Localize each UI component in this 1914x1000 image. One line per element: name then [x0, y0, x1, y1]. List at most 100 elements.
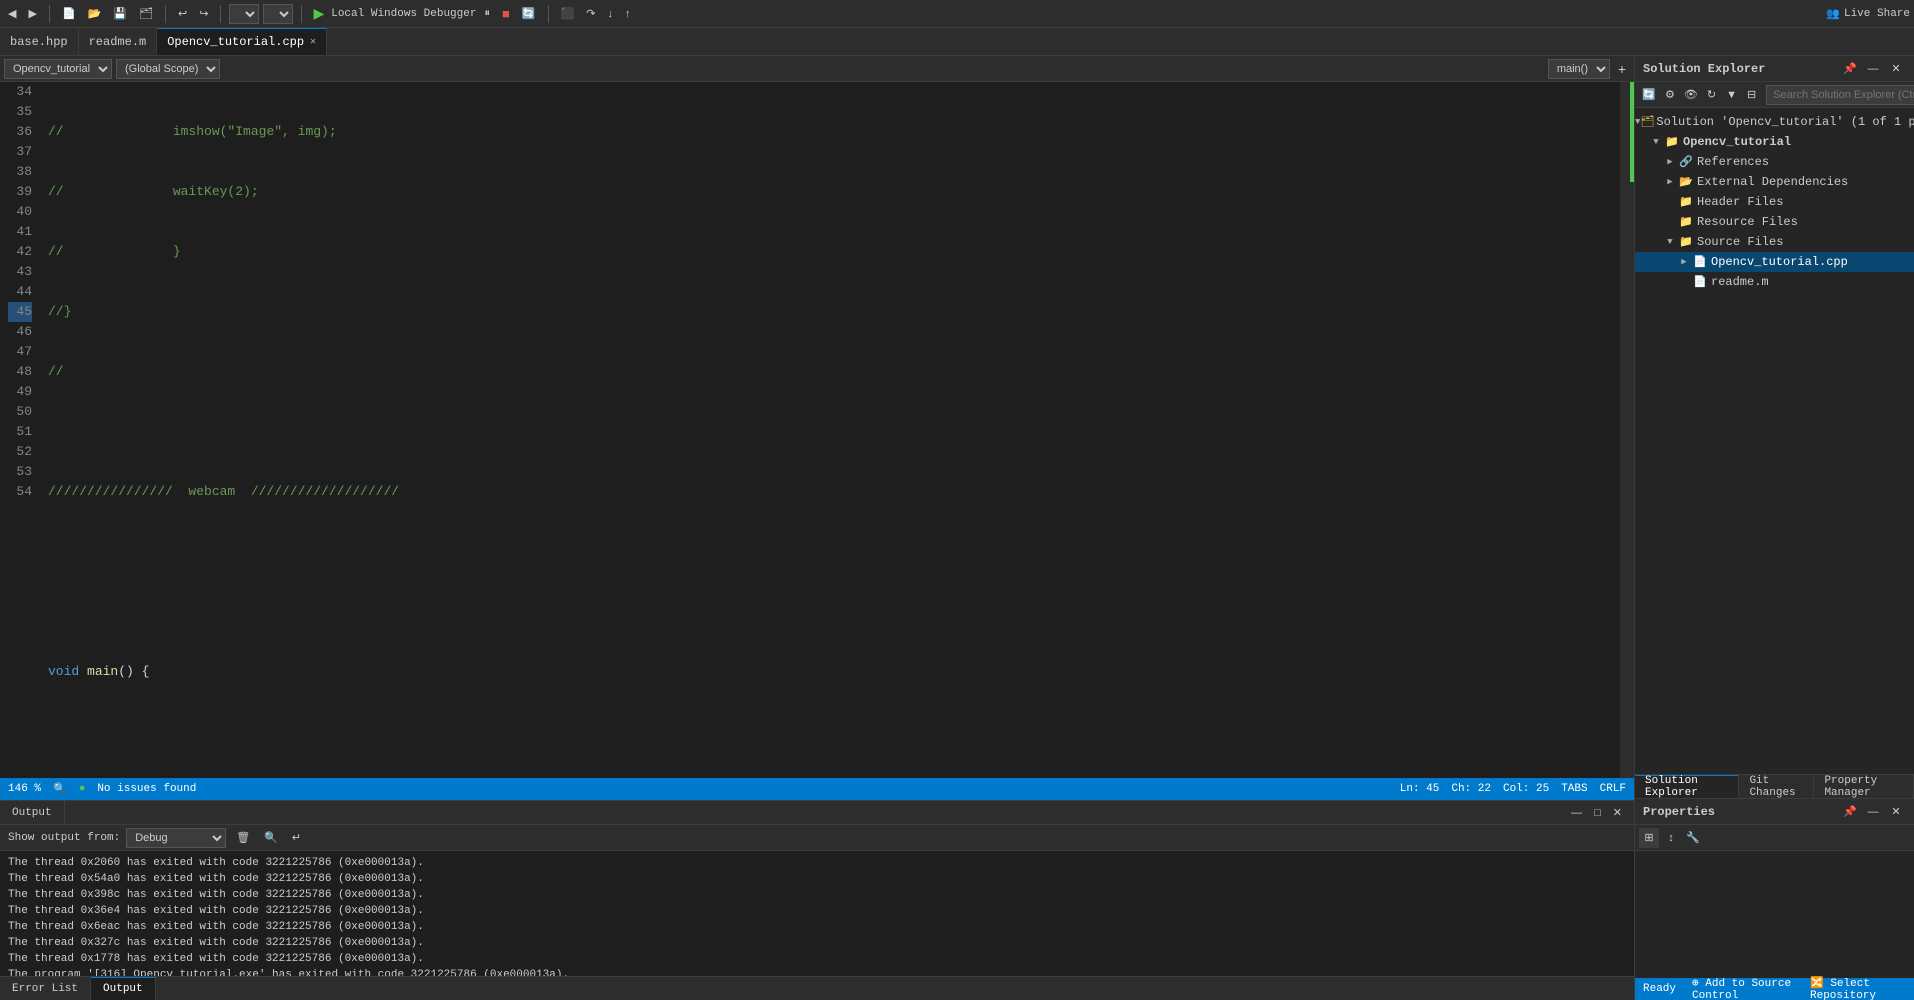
col-info: Col: 25: [1503, 783, 1549, 795]
tree-project[interactable]: ▼ 📁 Opencv_tutorial: [1635, 132, 1914, 152]
tab-error-list[interactable]: Error List: [0, 977, 91, 1000]
icon-ext-deps: 📂: [1677, 175, 1695, 189]
props-wrench-btn[interactable]: 🔧: [1683, 828, 1703, 848]
refresh-btn[interactable]: ↻: [1703, 85, 1720, 105]
tab-solution-explorer[interactable]: Solution Explorer: [1635, 775, 1739, 798]
output-line-4: The thread 0x36e4 has exited with code 3…: [8, 903, 1626, 919]
properties-btn[interactable]: ⚙: [1661, 85, 1679, 105]
arrow-references: ▶: [1663, 157, 1677, 167]
tree-readme-m[interactable]: ▶ 📄 readme.m: [1635, 272, 1914, 292]
props-sort-btn[interactable]: ↕: [1661, 828, 1681, 848]
restart-btn[interactable]: 🔄: [518, 5, 540, 22]
ln-info: Ln: 45: [1400, 783, 1440, 795]
no-issues-icon: ●: [79, 783, 86, 795]
panel-tab-bar: Output — □ ✕: [0, 801, 1634, 825]
props-pin-btn[interactable]: 📌: [1840, 802, 1860, 822]
stop-btn[interactable]: ■: [498, 4, 514, 23]
add-source-btn[interactable]: ⊕ Add to Source Control: [1692, 976, 1802, 1000]
tab-base-hpp[interactable]: base.hpp: [0, 28, 79, 55]
show-all-btn[interactable]: 👁: [1681, 85, 1701, 105]
add-nav-btn[interactable]: +: [1614, 59, 1630, 79]
arch-dropdown[interactable]: x64: [263, 4, 293, 24]
debugger-label: Local Windows Debugger: [331, 8, 476, 20]
icon-source-files: 📁: [1677, 235, 1695, 249]
pin-btn[interactable]: 📌: [1840, 59, 1860, 79]
label-solution: Solution 'Opencv_tutorial' (1 of 1 proje…: [1656, 115, 1914, 129]
tree-resource-files[interactable]: ▶ 📁 Resource Files: [1635, 212, 1914, 232]
tab-close-icon[interactable]: ✕: [310, 36, 316, 48]
save-all-btn[interactable]: 🗂: [135, 5, 157, 22]
word-wrap-btn[interactable]: ↵: [288, 829, 305, 846]
output-content: The thread 0x2060 has exited with code 3…: [0, 851, 1634, 976]
tab-output[interactable]: Output: [91, 977, 156, 1000]
pause-btn[interactable]: ⏸: [480, 5, 494, 22]
tab-git-changes[interactable]: Git Changes: [1739, 775, 1814, 798]
tab-readme-m[interactable]: readme.m: [79, 28, 158, 55]
output-panel-title: Output: [12, 807, 52, 819]
panel-restore-btn[interactable]: □: [1590, 805, 1605, 821]
props-close-btn[interactable]: ✕: [1886, 802, 1906, 822]
back-btn[interactable]: ◀: [4, 5, 20, 22]
run-btn[interactable]: ▶: [310, 5, 327, 22]
file-scope-dropdown[interactable]: Opencv_tutorial: [4, 59, 112, 79]
tab-opencv-tutorial-cpp[interactable]: Opencv_tutorial.cpp ✕: [157, 28, 327, 55]
search-solution-explorer[interactable]: [1766, 85, 1914, 105]
properties-panel: Properties 📌 — ✕ ⊞ ↕ 🔧: [1635, 798, 1914, 978]
app-layout: ◀ ▶ 📄 📂 💾 🗂 ↩ ↪ Debug x64 ▶ Local Window…: [0, 0, 1914, 1000]
sync-btn[interactable]: 🔄: [1639, 85, 1659, 105]
tab-label-opencv-cpp: Opencv_tutorial.cpp: [167, 35, 304, 49]
function-dropdown[interactable]: main(): [1548, 59, 1610, 79]
forward-btn[interactable]: ▶: [24, 5, 40, 22]
breakpoint-btn[interactable]: ⬛: [557, 5, 579, 22]
label-resource-files: Resource Files: [1697, 215, 1798, 229]
step-over-btn[interactable]: ↷: [582, 5, 599, 22]
debug-mode-dropdown[interactable]: Debug: [229, 4, 259, 24]
tree-solution[interactable]: ▼ 🗂 Solution 'Opencv_tutorial' (1 of 1 p…: [1635, 112, 1914, 132]
tab-property-manager[interactable]: Property Manager: [1814, 775, 1914, 798]
tree-header-files[interactable]: ▶ 📁 Header Files: [1635, 192, 1914, 212]
output-label: Output: [103, 983, 143, 995]
props-categorized-btn[interactable]: ⊞: [1639, 828, 1659, 848]
code-editor[interactable]: 34 35 36 37 38 39 40 41 42 43 44 45: [0, 82, 1634, 778]
collapse-btn[interactable]: ⊟: [1743, 85, 1760, 105]
label-ext-deps: External Dependencies: [1697, 175, 1848, 189]
close-se-btn[interactable]: ✕: [1886, 59, 1906, 79]
sep5: [548, 5, 549, 23]
issues-text: No issues found: [97, 783, 196, 795]
panel-close-btn[interactable]: ✕: [1609, 804, 1626, 821]
props-minimize-btn[interactable]: —: [1863, 802, 1883, 822]
zoom-level: 146 %: [8, 783, 41, 795]
find-in-output-btn[interactable]: 🔍: [260, 829, 282, 846]
tree-source-files[interactable]: ▼ 📁 Source Files: [1635, 232, 1914, 252]
open-btn[interactable]: 📂: [84, 5, 106, 22]
new-file-btn[interactable]: 📄: [58, 5, 80, 22]
tree-references[interactable]: ▶ 🔗 References: [1635, 152, 1914, 172]
redo-btn[interactable]: ↪: [195, 5, 212, 22]
label-project: Opencv_tutorial: [1683, 135, 1791, 149]
tab-sol-label: Solution Explorer: [1645, 775, 1728, 799]
panel-minimize-btn[interactable]: —: [1567, 805, 1586, 821]
tree-opencv-cpp[interactable]: ▶ 📄 Opencv_tutorial.cpp: [1635, 252, 1914, 272]
bottom-panel-tabs: Error List Output: [0, 976, 1634, 1000]
step-out-btn[interactable]: ↑: [621, 6, 635, 22]
output-source-dropdown[interactable]: Debug: [126, 828, 226, 848]
label-source-files: Source Files: [1697, 235, 1783, 249]
undo-btn[interactable]: ↩: [174, 5, 191, 22]
icon-resource-files: 📁: [1677, 215, 1695, 229]
output-line-2: The thread 0x54a0 has exited with code 3…: [8, 871, 1626, 887]
output-line-7: The thread 0x1778 has exited with code 3…: [8, 951, 1626, 967]
clear-output-btn[interactable]: 🗑: [232, 829, 254, 846]
tree-ext-deps[interactable]: ▶ 📂 External Dependencies: [1635, 172, 1914, 192]
properties-toolbar: ⊞ ↕ 🔧: [1635, 825, 1914, 851]
right-bottom-tabs: Solution Explorer Git Changes Property M…: [1635, 774, 1914, 798]
properties-header: Properties 📌 — ✕: [1635, 799, 1914, 825]
filter-btn[interactable]: ▼: [1722, 85, 1741, 105]
live-share-btn[interactable]: 👥 Live Share: [1826, 7, 1910, 21]
step-in-btn[interactable]: ↓: [603, 6, 617, 22]
global-scope-dropdown[interactable]: (Global Scope): [116, 59, 220, 79]
select-repo-btn[interactable]: 🔀 Select Repository: [1810, 976, 1906, 1000]
minimize-se-btn[interactable]: —: [1863, 59, 1883, 79]
output-line-5: The thread 0x6eac has exited with code 3…: [8, 919, 1626, 935]
solution-tree: ▼ 🗂 Solution 'Opencv_tutorial' (1 of 1 p…: [1635, 108, 1914, 774]
save-btn[interactable]: 💾: [109, 5, 131, 22]
